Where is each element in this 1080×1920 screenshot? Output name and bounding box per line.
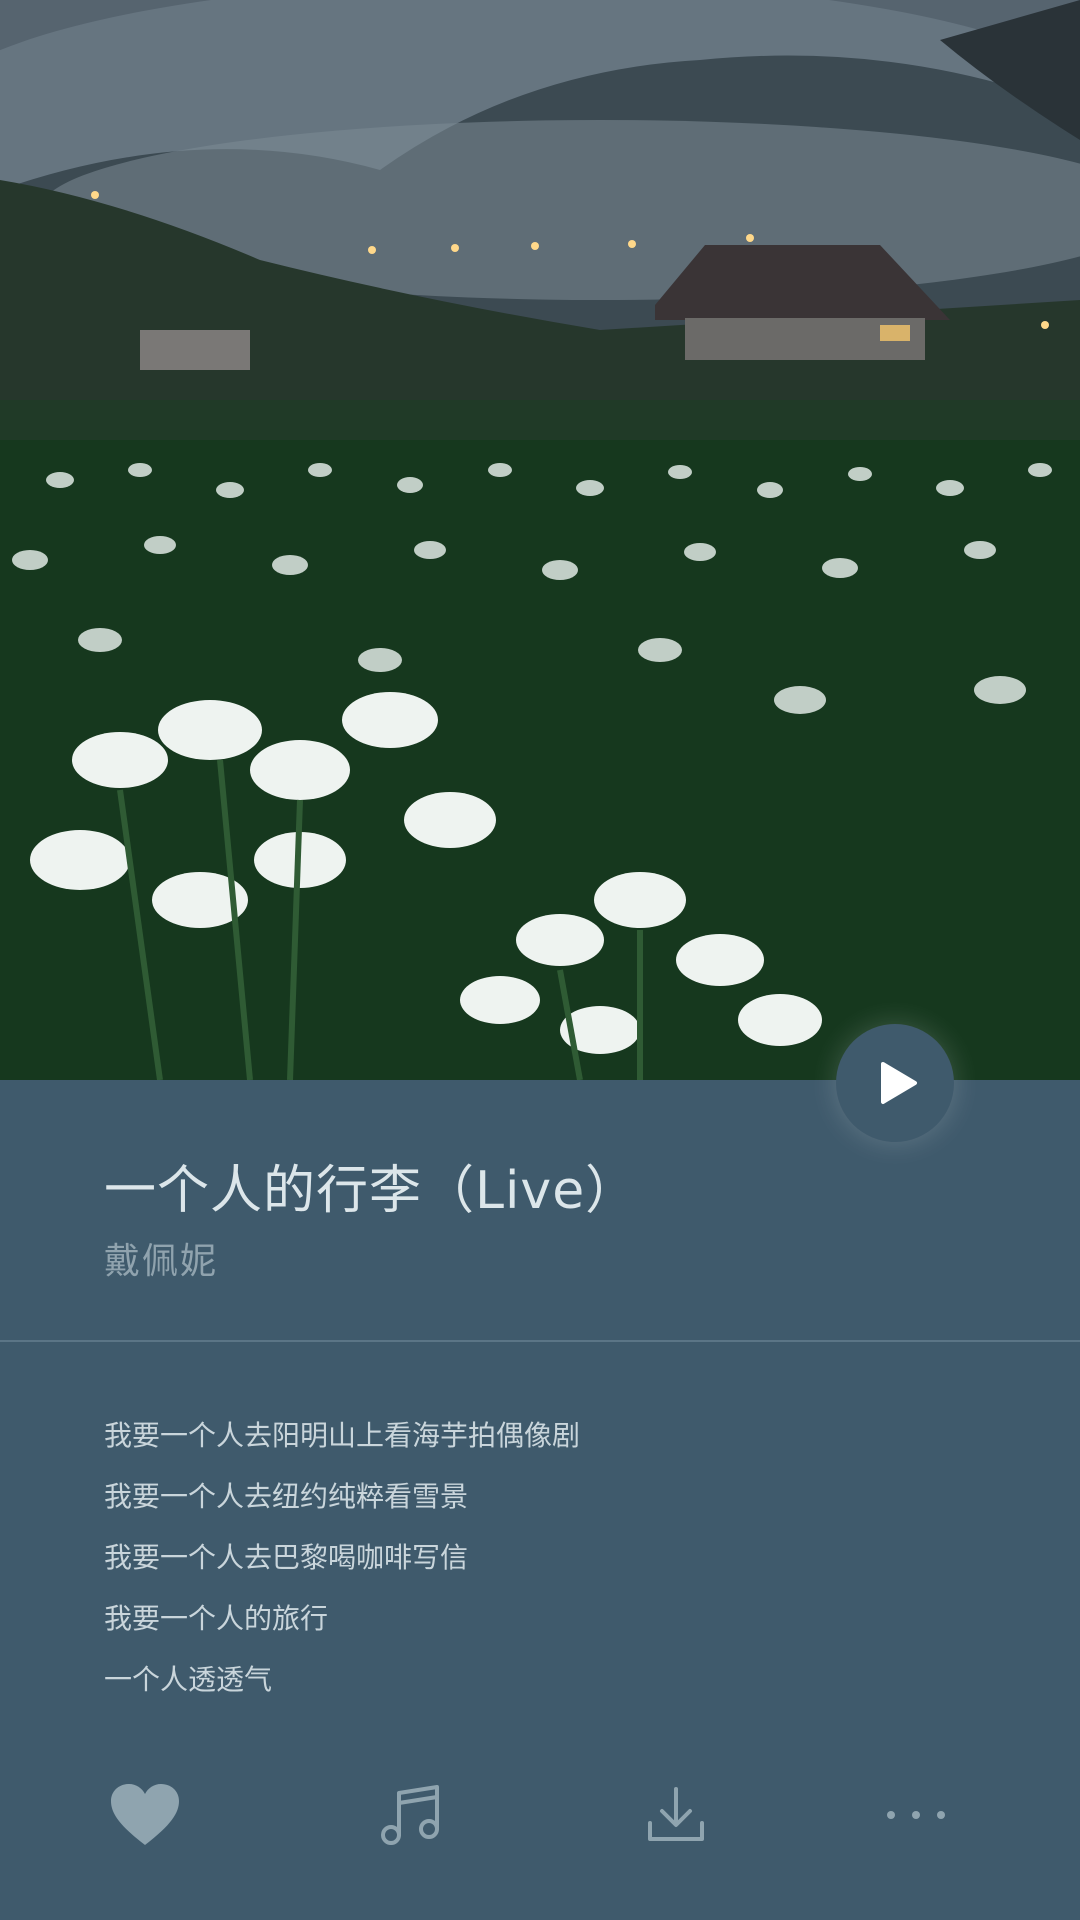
divider <box>0 1340 1080 1342</box>
download-button[interactable] <box>631 1770 721 1860</box>
play-button[interactable] <box>836 1024 954 1142</box>
lyric-line: 我要一个人去阳明山上看海芋拍偶像剧 <box>104 1419 581 1452</box>
more-button[interactable] <box>871 1770 961 1860</box>
download-icon <box>648 1787 704 1841</box>
like-button[interactable] <box>100 1770 190 1860</box>
cover-artwork <box>0 0 1080 1080</box>
cover-image <box>0 0 1080 1080</box>
heart-icon <box>111 1784 179 1845</box>
play-icon <box>881 1062 917 1104</box>
lyrics-panel: 我要一个人去阳明山上看海芋拍偶像剧 我要一个人去纽约纯粹看雪景 我要一个人去巴黎… <box>104 1405 580 1710</box>
playlist-button[interactable] <box>366 1770 456 1860</box>
music-note-icon <box>381 1785 439 1845</box>
artist-name: 戴佩妮 <box>104 1241 219 1282</box>
more-icon <box>887 1811 945 1819</box>
song-title: 一个人的行李（Live） <box>104 1161 639 1221</box>
lyric-line: 我要一个人去巴黎喝咖啡写信 <box>104 1541 469 1574</box>
lyric-line: 我要一个人去纽约纯粹看雪景 <box>104 1480 469 1513</box>
lyric-line: 一个人透透气 <box>104 1663 273 1696</box>
lyric-line: 我要一个人的旅行 <box>104 1602 329 1635</box>
bottom-toolbar <box>0 1770 1080 1860</box>
